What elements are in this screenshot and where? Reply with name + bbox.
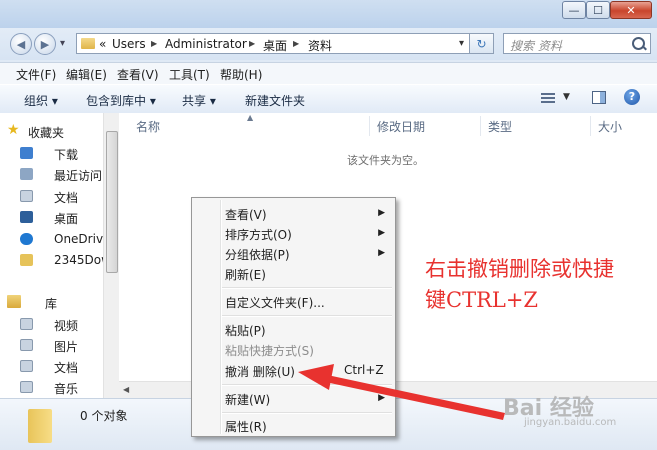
annotation-arrow-head — [298, 364, 334, 390]
annotation-line-2: 键CTRL+Z — [425, 288, 539, 312]
annotation-arrow-shaft — [316, 373, 505, 420]
annotation-arrow — [298, 364, 505, 420]
annotation-line-1: 右击撤销删除或快捷 — [425, 257, 614, 281]
annotation-text: 右击撤销删除或快捷 键CTRL+Z — [425, 254, 614, 316]
watermark-url: jingyan.baidu.com — [524, 417, 617, 428]
